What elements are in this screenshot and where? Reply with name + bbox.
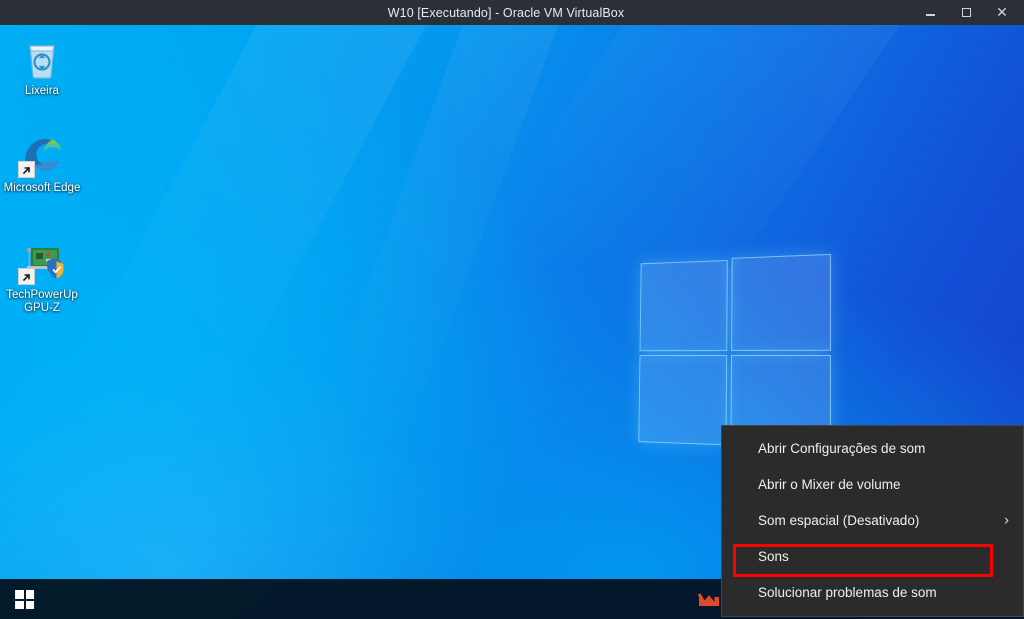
desktop-icon-gpu-z[interactable]: TechPowerUp GPU-Z bbox=[2, 237, 82, 315]
menu-item-label: Solucionar problemas de som bbox=[758, 585, 937, 600]
menu-item-label: Sons bbox=[758, 549, 789, 564]
menu-item-som-espacial[interactable]: Som espacial (Desativado) › bbox=[722, 502, 1023, 538]
volume-context-menu[interactable]: Abrir Configurações de som Abrir o Mixer… bbox=[721, 425, 1024, 617]
desktop-icon-label: Microsoft Edge bbox=[4, 182, 81, 195]
windows-desktop[interactable]: Lixeira Microsoft Edge TechPowerUp GPU-Z… bbox=[0, 25, 1024, 619]
wallpaper-light-ray bbox=[485, 25, 911, 358]
menu-item-solucionar-problemas-de-som[interactable]: Solucionar problemas de som bbox=[722, 574, 1023, 610]
window-title: W10 [Executando] - Oracle VM VirtualBox bbox=[0, 6, 912, 20]
gpu-z-icon bbox=[18, 237, 66, 285]
desktop-icon-label: Lixeira bbox=[25, 85, 59, 98]
chevron-right-icon: › bbox=[1004, 513, 1009, 528]
shortcut-overlay-icon bbox=[18, 268, 35, 285]
window-controls: ✕ bbox=[912, 0, 1024, 25]
minimize-button[interactable] bbox=[912, 0, 948, 25]
wallpaper-light-ray bbox=[76, 25, 471, 435]
desktop-icon-recycle-bin[interactable]: Lixeira bbox=[2, 33, 82, 98]
wallpaper-glow bbox=[0, 339, 480, 619]
maximize-button[interactable] bbox=[948, 0, 984, 25]
trend-down-icon bbox=[698, 592, 720, 607]
shortcut-overlay-icon bbox=[18, 161, 35, 178]
menu-item-label: Abrir Configurações de som bbox=[758, 441, 925, 456]
close-button[interactable]: ✕ bbox=[984, 0, 1020, 25]
windows-start-icon bbox=[15, 589, 34, 608]
recycle-bin-icon bbox=[18, 33, 66, 81]
menu-item-abrir-mixer-de-volume[interactable]: Abrir o Mixer de volume bbox=[722, 466, 1023, 502]
menu-item-abrir-configuracoes-de-som[interactable]: Abrir Configurações de som bbox=[722, 430, 1023, 466]
desktop-icon-label: TechPowerUp GPU-Z bbox=[2, 289, 82, 315]
screen: W10 [Executando] - Oracle VM VirtualBox … bbox=[0, 0, 1024, 619]
desktop-icon-microsoft-edge[interactable]: Microsoft Edge bbox=[2, 130, 82, 195]
menu-item-label: Som espacial (Desativado) bbox=[758, 513, 919, 528]
microsoft-edge-icon bbox=[18, 130, 66, 178]
start-button[interactable] bbox=[0, 579, 48, 619]
menu-item-label: Abrir o Mixer de volume bbox=[758, 477, 901, 492]
virtualbox-titlebar: W10 [Executando] - Oracle VM VirtualBox … bbox=[0, 0, 1024, 25]
menu-item-sons[interactable]: Sons bbox=[722, 538, 1023, 574]
wallpaper-light-ray bbox=[311, 25, 608, 473]
